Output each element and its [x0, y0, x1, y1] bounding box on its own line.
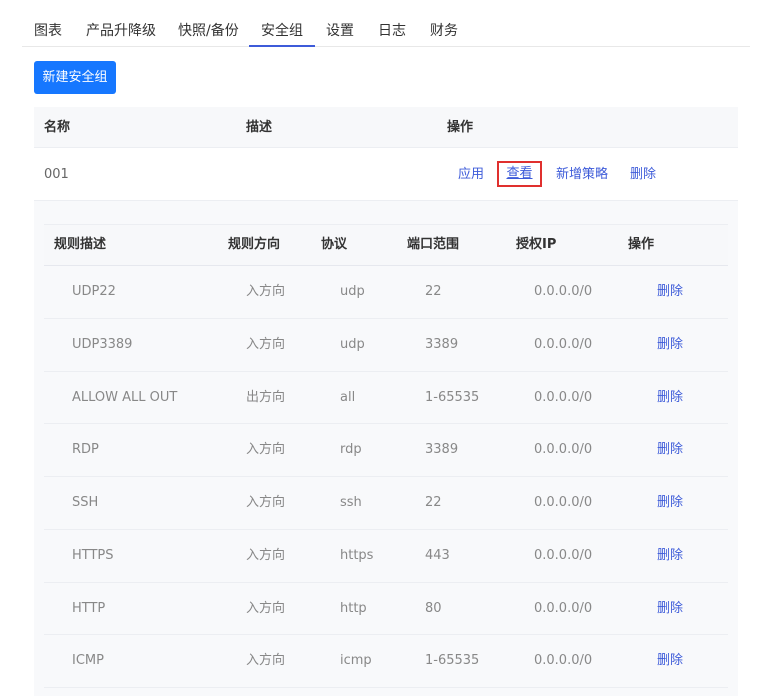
tab-logs[interactable]: 日志: [366, 0, 418, 47]
header-rule-actions: 操作: [628, 237, 655, 252]
new-security-group-button[interactable]: 新建安全组: [34, 61, 116, 94]
security-group-table-header: 名称 描述 操作: [34, 107, 738, 148]
rule-direction: 入方向: [246, 442, 286, 458]
rule-row: HTTPS 入方向 https 443 0.0.0.0/0 删除: [44, 529, 728, 583]
header-description: 描述: [246, 120, 273, 135]
rule-direction: 出方向: [246, 389, 286, 405]
rule-port-range: 3389: [425, 442, 459, 458]
rule-delete-link[interactable]: 删除: [657, 583, 683, 635]
rule-authorized-ip: 0.0.0.0/0: [534, 284, 593, 299]
rule-port-range: 3389: [425, 336, 459, 352]
rule-protocol: all: [340, 389, 356, 405]
rule-direction: 入方向: [246, 653, 286, 669]
tab-finance[interactable]: 财务: [418, 0, 470, 47]
rules-table: 规则描述 规则方向 协议 端口范围 授权IP 操作 UDP22 入方向 udp 22 0…: [44, 224, 728, 688]
rule-delete-link[interactable]: 删除: [657, 319, 683, 371]
rule-direction: 入方向: [246, 547, 286, 563]
security-group-row: 001 应用 查看 新增策略 删除: [34, 148, 738, 201]
rule-protocol: rdp: [340, 442, 362, 458]
rule-direction: 入方向: [246, 284, 286, 299]
rule-authorized-ip: 0.0.0.0/0: [534, 495, 593, 510]
tab-charts[interactable]: 图表: [22, 0, 74, 47]
tab-upgrade[interactable]: 产品升降级: [74, 0, 168, 47]
delete-group-link[interactable]: 删除: [630, 148, 656, 201]
rule-row: ALLOW ALL OUT 出方向 all 1-65535 0.0.0.0/0 删除: [44, 371, 728, 425]
rules-table-header: 规则描述 规则方向 协议 端口范围 授权IP 操作: [44, 224, 728, 266]
rule-direction: 入方向: [246, 600, 286, 616]
rule-protocol: icmp: [340, 653, 372, 669]
rule-authorized-ip: 0.0.0.0/0: [534, 653, 593, 669]
rule-row: UDP22 入方向 udp 22 0.0.0.0/0 删除: [44, 266, 728, 319]
tab-bar: 图表 产品升降级 快照/备份 安全组 设置 日志 财务: [22, 0, 750, 47]
rules-expanded-panel: 规则描述 规则方向 协议 端口范围 授权IP 操作 UDP22 入方向 udp 22 0…: [34, 201, 738, 696]
header-rule-direction: 规则方向: [228, 237, 281, 252]
rule-description: ICMP: [72, 653, 104, 669]
rule-protocol: http: [340, 600, 367, 616]
rule-port-range: 80: [425, 600, 442, 616]
tab-settings[interactable]: 设置: [314, 0, 366, 47]
rule-description: HTTP: [72, 600, 106, 616]
rule-port-range: 443: [425, 547, 450, 563]
rule-authorized-ip: 0.0.0.0/0: [534, 547, 593, 563]
rule-protocol: ssh: [340, 495, 362, 510]
rule-authorized-ip: 0.0.0.0/0: [534, 389, 593, 405]
header-protocol: 协议: [321, 237, 348, 252]
header-authorized-ip: 授权IP: [516, 237, 557, 252]
rule-description: ALLOW ALL OUT: [72, 389, 178, 405]
rule-description: SSH: [72, 495, 99, 510]
rule-row: SSH 入方向 ssh 22 0.0.0.0/0 删除: [44, 477, 728, 530]
rule-row: UDP3389 入方向 udp 3389 0.0.0.0/0 删除: [44, 318, 728, 372]
apply-link[interactable]: 应用: [458, 148, 484, 201]
header-rule-description: 规则描述: [54, 237, 107, 252]
rule-port-range: 1-65535: [425, 653, 480, 669]
rule-protocol: udp: [340, 284, 365, 299]
rule-direction: 入方向: [246, 495, 286, 510]
rule-direction: 入方向: [246, 336, 286, 352]
rule-description: UDP3389: [72, 336, 133, 352]
header-actions: 操作: [447, 120, 474, 135]
rule-delete-link[interactable]: 删除: [657, 530, 683, 582]
rule-protocol: https: [340, 547, 374, 563]
header-name: 名称: [44, 120, 71, 135]
rule-protocol: udp: [340, 336, 365, 352]
tab-snapshot-backup[interactable]: 快照/备份: [166, 0, 251, 47]
rule-port-range: 1-65535: [425, 389, 480, 405]
rule-row: ICMP 入方向 icmp 1-65535 0.0.0.0/0 删除: [44, 635, 728, 688]
rule-authorized-ip: 0.0.0.0/0: [534, 600, 593, 616]
rule-delete-link[interactable]: 删除: [657, 372, 683, 424]
rule-delete-link[interactable]: 删除: [657, 635, 683, 687]
rule-description: RDP: [72, 442, 99, 458]
header-port-range: 端口范围: [407, 237, 460, 252]
rule-port-range: 22: [425, 284, 442, 299]
rule-delete-link[interactable]: 删除: [657, 477, 683, 529]
rule-delete-link[interactable]: 删除: [657, 424, 683, 476]
view-link[interactable]: 查看: [497, 161, 542, 187]
rule-description: UDP22: [72, 284, 116, 299]
group-name: 001: [44, 167, 69, 182]
rule-row: HTTP 入方向 http 80 0.0.0.0/0 删除: [44, 582, 728, 636]
rule-delete-link[interactable]: 删除: [657, 266, 683, 318]
tab-security-group[interactable]: 安全组: [249, 0, 315, 47]
add-rule-link[interactable]: 新增策略: [556, 148, 608, 201]
rule-description: HTTPS: [72, 547, 114, 563]
rule-port-range: 22: [425, 495, 442, 510]
rule-row: RDP 入方向 rdp 3389 0.0.0.0/0 删除: [44, 424, 728, 477]
rule-authorized-ip: 0.0.0.0/0: [534, 442, 593, 458]
rule-authorized-ip: 0.0.0.0/0: [534, 336, 593, 352]
